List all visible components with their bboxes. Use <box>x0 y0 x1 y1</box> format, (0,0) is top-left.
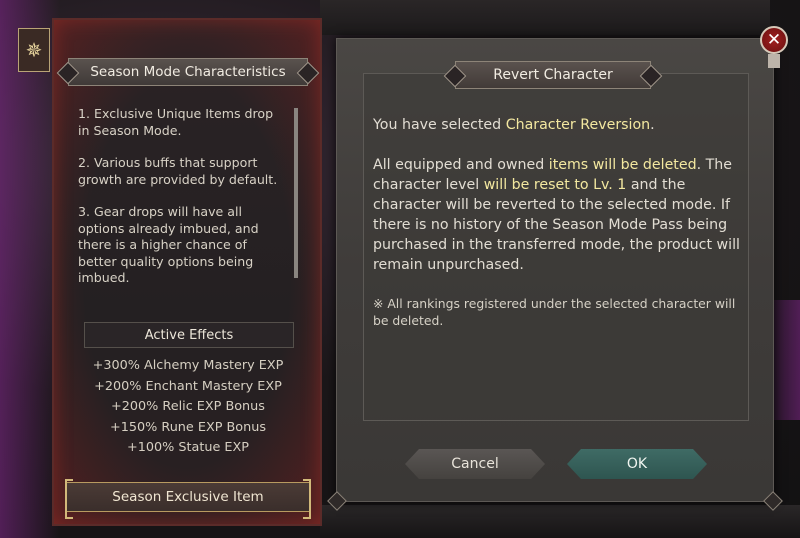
characteristic-item: 1. Exclusive Unique Items drop in Season… <box>78 106 274 138</box>
close-ribbon <box>768 54 780 68</box>
characteristic-item: 2. Various buffs that support growth are… <box>78 155 278 187</box>
season-exclusive-item-button[interactable]: Season Exclusive Item <box>65 479 311 519</box>
effect-item: +200% Relic EXP Bonus <box>111 399 265 414</box>
highlight-text: Character Reversion <box>505 117 651 133</box>
dialog-title: Revert Character <box>455 61 651 89</box>
revert-character-dialog: Revert Character You have selected Chara… <box>327 38 783 511</box>
selection-message: You have selected Character Reversion. <box>373 117 655 133</box>
season-mode-characteristics-title: Season Mode Characteristics <box>68 58 308 86</box>
dialog-message: You have selected Character Reversion. A… <box>373 115 743 349</box>
cancel-button[interactable]: Cancel <box>405 449 545 479</box>
rankings-note: ※ All rankings registered under the sele… <box>373 296 736 328</box>
effect-item: +200% Enchant Mastery EXP <box>94 378 282 394</box>
characteristic-item: 3. Gear drops will have all options alre… <box>78 204 259 285</box>
highlight-text: will be reset to Lv. 1 <box>483 177 627 193</box>
effect-item: +150% Rune EXP Bonus <box>110 419 266 435</box>
effect-item: +100% Statue EXP <box>127 440 249 455</box>
effect-item: +300% Alchemy Mastery EXP <box>92 358 284 373</box>
highlight-text: items will be deleted <box>548 157 697 173</box>
active-effects-list: +300% Alchemy Mastery EXP +200% Enchant … <box>68 356 308 459</box>
season-emblem-icon[interactable]: ✵ <box>18 28 50 72</box>
background-top <box>320 0 770 35</box>
characteristics-list: 1. Exclusive Unique Items drop in Season… <box>78 106 288 303</box>
characteristics-scrollbar[interactable] <box>294 108 298 278</box>
background-bottom <box>320 505 800 538</box>
warning-message: All equipped and owned items will be del… <box>373 157 740 273</box>
season-mode-panel: Season Mode Characteristics 1. Exclusive… <box>52 18 322 526</box>
background-glow-left <box>0 0 60 538</box>
close-icon[interactable]: ✕ <box>760 26 788 54</box>
active-effects-title: Active Effects <box>84 322 294 348</box>
ok-button[interactable]: OK <box>567 449 707 479</box>
